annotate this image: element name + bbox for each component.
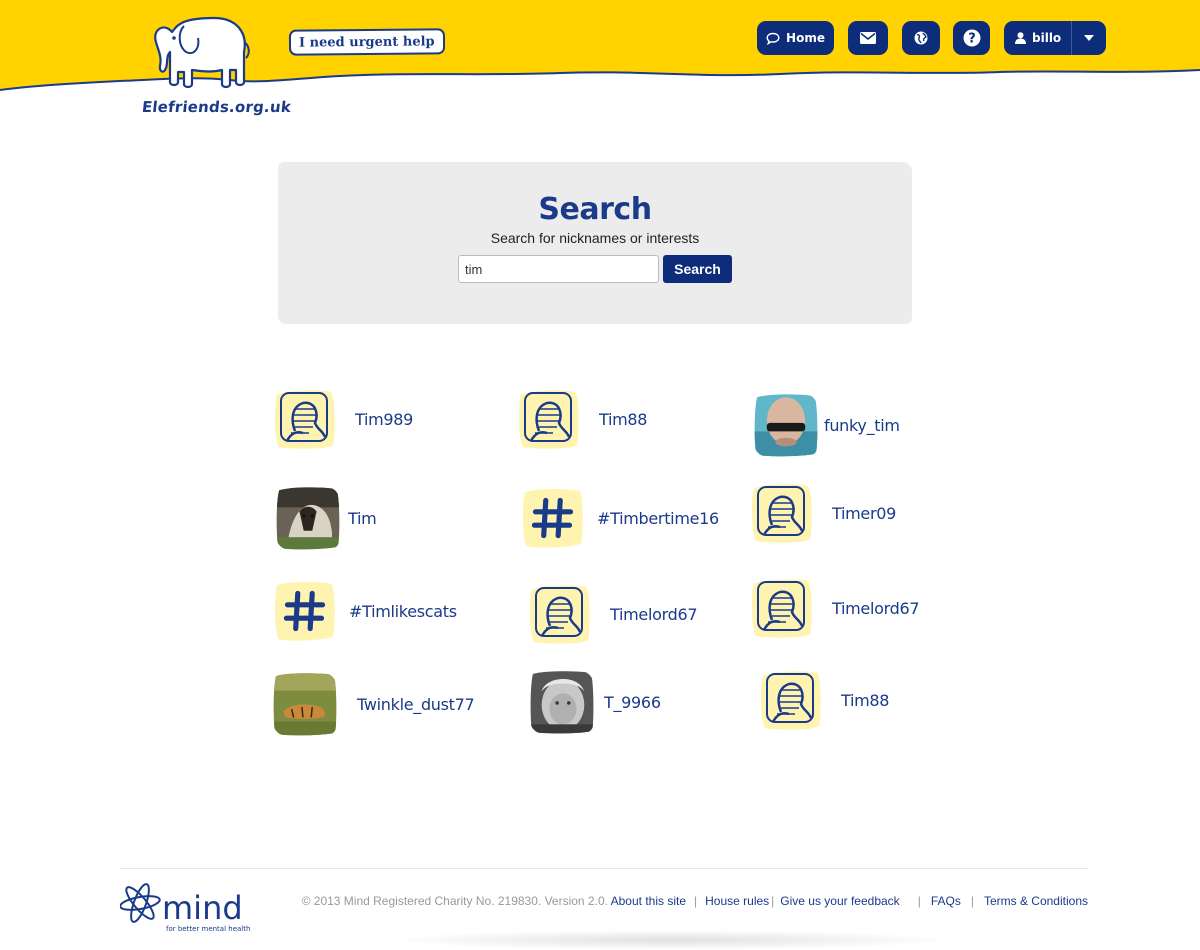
search-input[interactable] xyxy=(458,255,659,283)
result-name: Tim88 xyxy=(841,690,890,710)
default-avatar-icon xyxy=(274,390,335,449)
result-name: Timelord67 xyxy=(832,598,920,618)
profile-photo xyxy=(530,671,594,734)
house-rules-link[interactable]: House rules xyxy=(705,894,769,908)
result-item[interactable]: funky_tim xyxy=(754,393,914,457)
speech-bubble-icon xyxy=(766,32,780,45)
result-item[interactable]: Timer09 xyxy=(750,481,910,545)
terms-link[interactable]: Terms & Conditions xyxy=(984,894,1088,908)
user-menu[interactable]: billo xyxy=(1004,21,1106,55)
result-item[interactable]: T_9966 xyxy=(530,670,690,736)
faqs-link[interactable]: FAQs xyxy=(931,894,961,908)
default-avatar-icon xyxy=(518,390,579,449)
separator: | xyxy=(917,894,921,908)
mind-logo[interactable]: mind for better mental health xyxy=(120,873,260,937)
user-menu-toggle[interactable] xyxy=(1072,21,1106,55)
default-avatar-icon xyxy=(529,585,590,644)
page-shadow xyxy=(385,930,955,950)
result-item[interactable]: #Timlikescats xyxy=(273,579,473,641)
caret-down-icon xyxy=(1084,35,1094,41)
result-item[interactable]: Twinkle_dust77 xyxy=(273,672,475,736)
default-avatar-icon xyxy=(760,671,821,730)
svg-text:?: ? xyxy=(968,32,976,47)
result-name: #Timbertime16 xyxy=(597,508,719,528)
result-name: Tim88 xyxy=(599,409,648,429)
result-item[interactable]: Tim989 xyxy=(273,387,433,451)
user-icon xyxy=(1015,32,1026,44)
home-label: Home xyxy=(786,31,825,45)
separator: | xyxy=(771,894,775,908)
search-button[interactable]: Search xyxy=(663,255,732,283)
envelope-icon xyxy=(860,32,876,44)
profile-photo xyxy=(273,673,337,736)
result-name: Timer09 xyxy=(832,503,896,523)
footer-divider xyxy=(120,868,1088,869)
footer-links: © 2013 Mind Registered Charity No. 21983… xyxy=(302,894,1088,908)
default-avatar-icon xyxy=(751,484,812,543)
search-subtitle: Search for nicknames or interests xyxy=(490,230,700,246)
feedback-link[interactable]: Give us your feedback xyxy=(780,894,899,908)
search-panel: Search Search for nicknames or interests… xyxy=(278,162,912,324)
separator: | xyxy=(970,894,974,908)
profile-photo xyxy=(276,487,340,550)
result-name: Timelord67 xyxy=(610,604,698,624)
messages-button[interactable] xyxy=(848,21,888,55)
help-button[interactable]: ? xyxy=(953,21,990,55)
separator: | xyxy=(694,894,698,908)
mind-logo-tagline: for better mental health xyxy=(166,925,250,933)
globe-icon xyxy=(914,31,928,45)
result-item[interactable]: #Timbertime16 xyxy=(521,486,721,548)
default-avatar-icon xyxy=(751,579,812,638)
result-name: funky_tim xyxy=(824,415,900,435)
copyright-text: © 2013 Mind Registered Charity No. 21983… xyxy=(301,894,608,908)
hashtag-icon xyxy=(274,581,335,641)
result-item[interactable]: Tim88 xyxy=(759,668,919,734)
result-name: #Timlikescats xyxy=(349,601,457,621)
urgent-help-button[interactable]: I need urgent help xyxy=(288,28,445,56)
result-name: T_9966 xyxy=(604,692,661,712)
result-item[interactable]: Tim xyxy=(276,486,416,550)
site-name[interactable]: Elefriends.org.uk xyxy=(141,98,292,116)
home-button[interactable]: Home xyxy=(757,21,834,55)
search-title: Search xyxy=(538,192,652,227)
result-item[interactable]: Timelord67 xyxy=(750,576,920,640)
question-icon: ? xyxy=(963,29,980,47)
result-item[interactable]: Timelord67 xyxy=(528,582,698,646)
globe-button[interactable] xyxy=(902,21,940,55)
profile-photo xyxy=(754,394,818,457)
result-name: Tim989 xyxy=(355,409,414,429)
result-name: Tim xyxy=(348,508,377,528)
elephant-logo[interactable] xyxy=(150,12,254,88)
result-name: Twinkle_dust77 xyxy=(357,694,475,714)
user-button[interactable]: billo xyxy=(1004,31,1071,45)
hashtag-icon xyxy=(522,488,583,548)
result-item[interactable]: Tim88 xyxy=(517,387,677,451)
mind-logo-text: mind xyxy=(162,889,243,927)
username-label: billo xyxy=(1032,31,1062,45)
about-link[interactable]: About this site xyxy=(611,894,686,908)
